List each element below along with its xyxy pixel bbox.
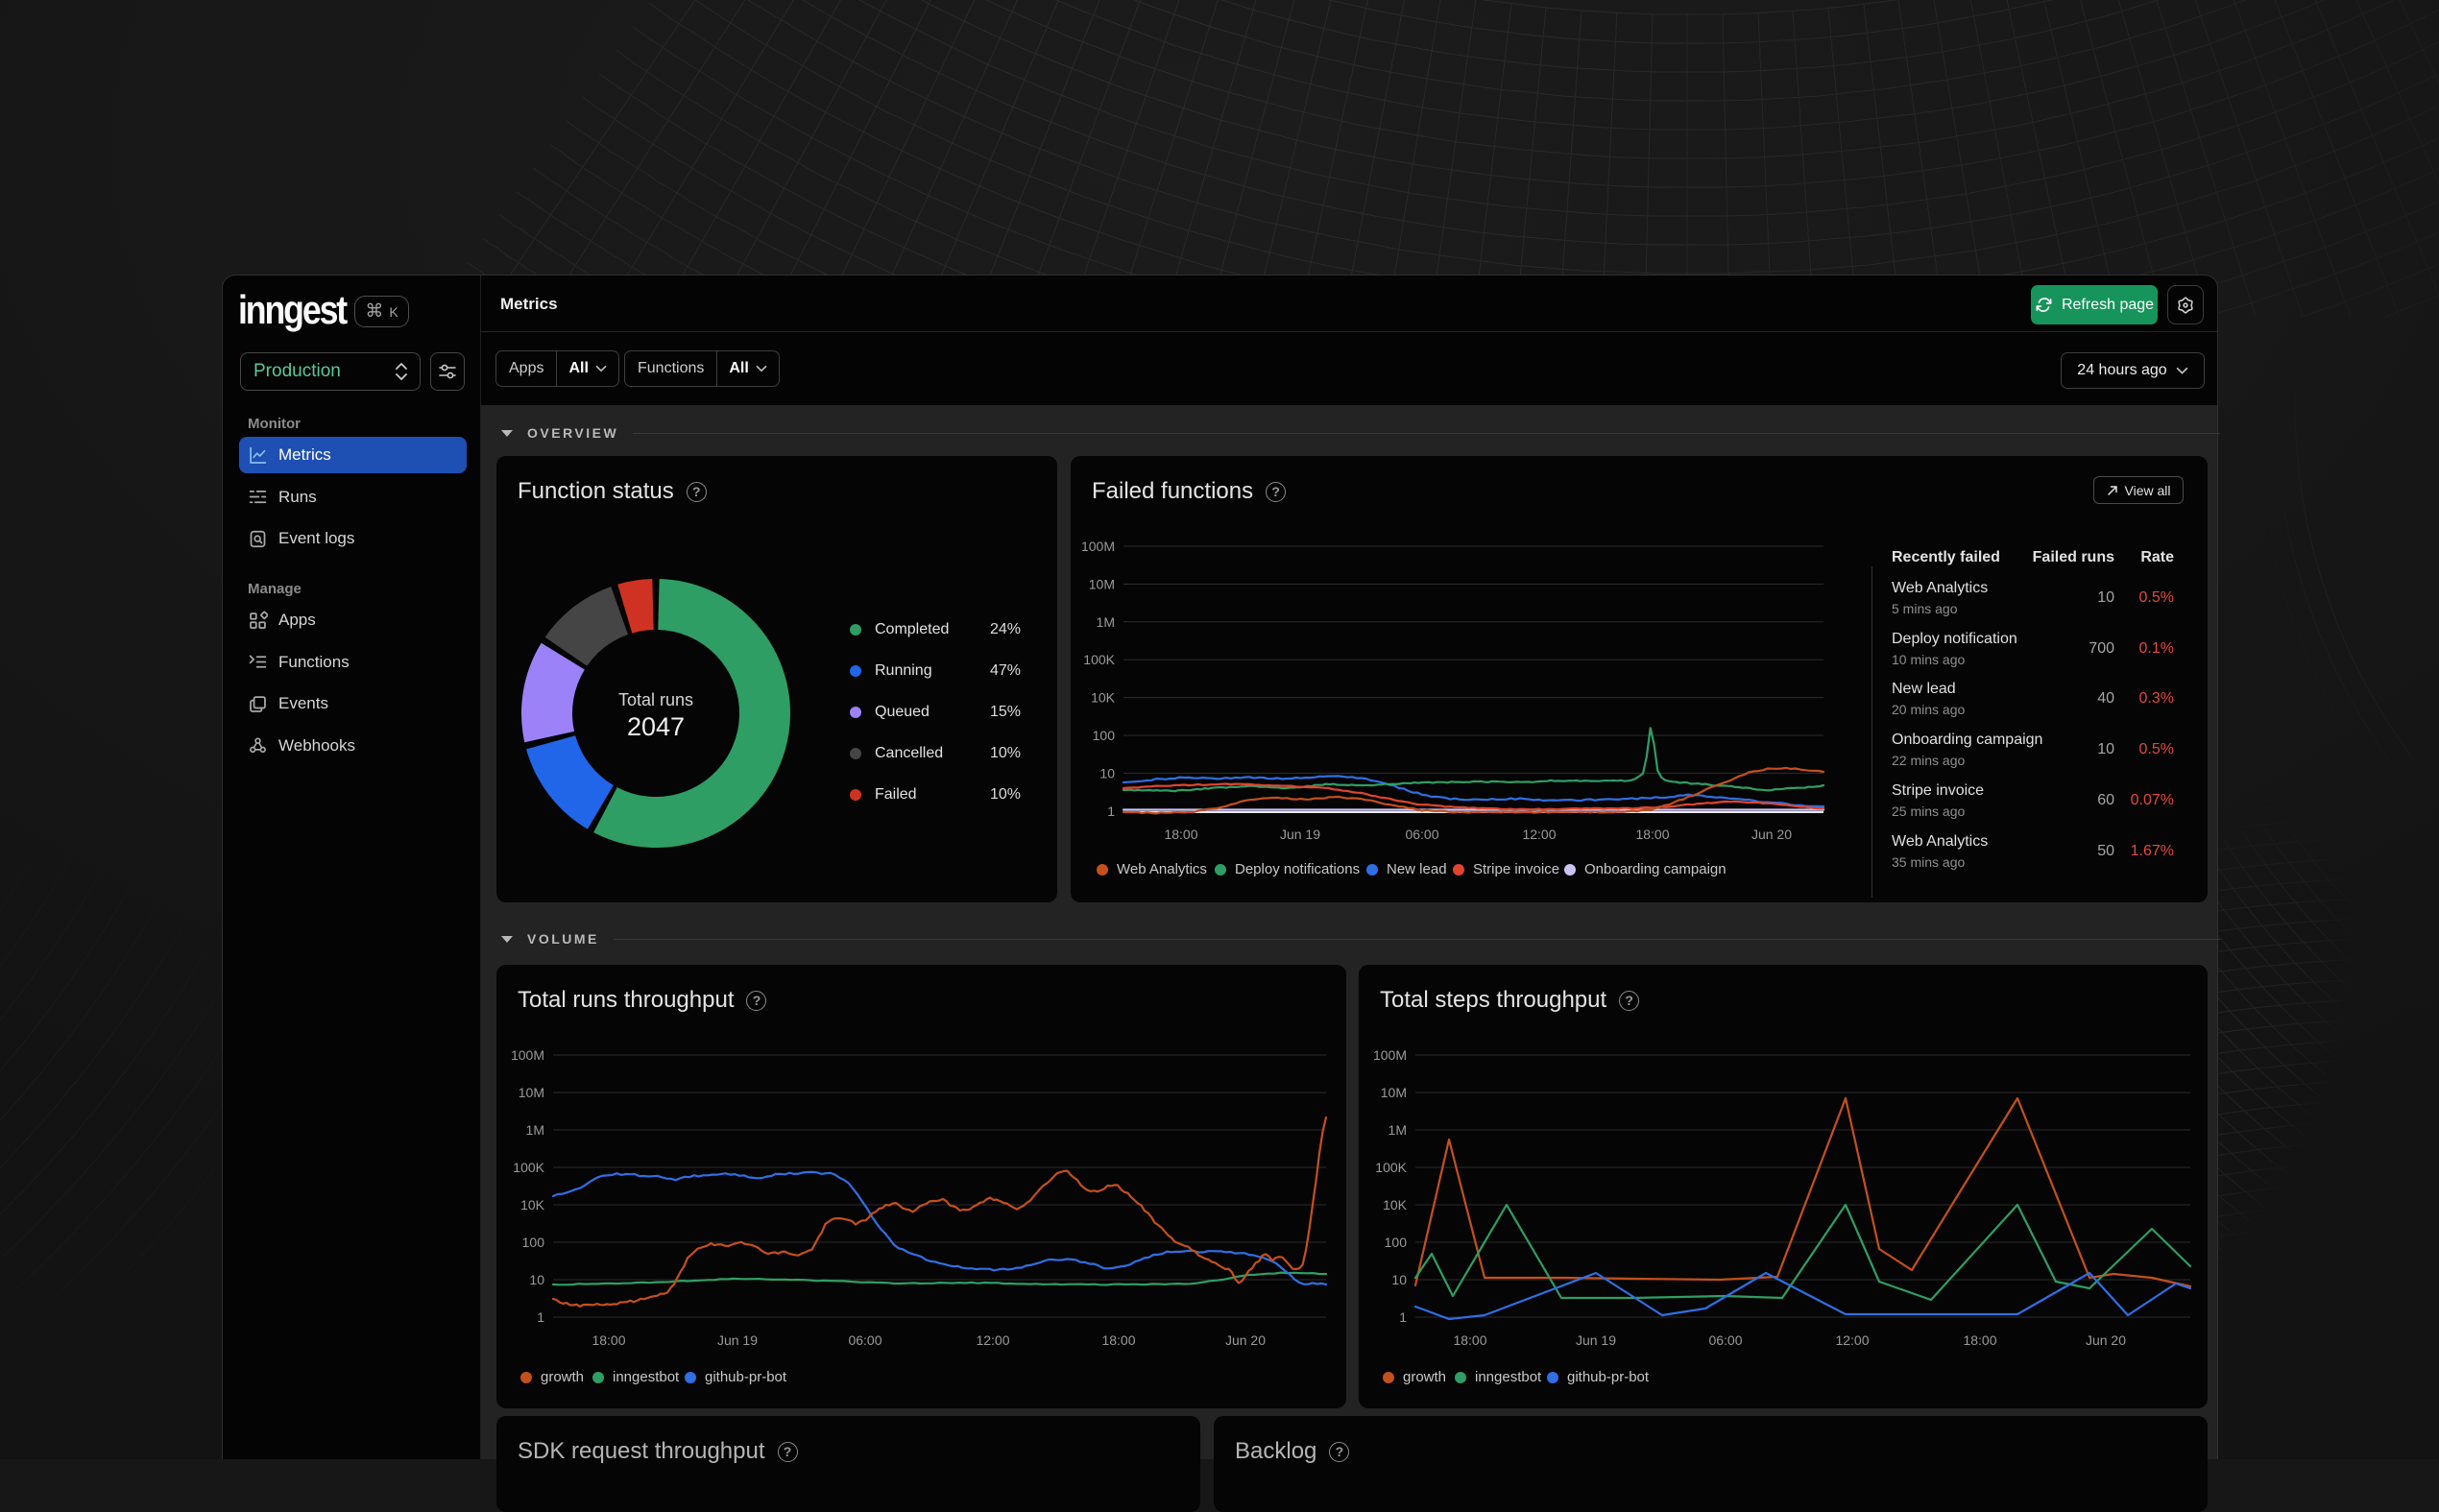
svg-text:06:00: 06:00: [848, 1332, 881, 1348]
svg-text:100K: 100K: [1375, 1160, 1407, 1175]
svg-text:Jun 19: Jun 19: [717, 1332, 758, 1348]
svg-text:12:00: 12:00: [1835, 1332, 1869, 1348]
svg-text:100: 100: [1385, 1235, 1408, 1250]
svg-text:10K: 10K: [520, 1197, 545, 1212]
svg-text:10: 10: [529, 1272, 544, 1287]
svg-text:Jun 19: Jun 19: [1576, 1332, 1616, 1348]
svg-text:18:00: 18:00: [1963, 1332, 1996, 1348]
svg-text:10: 10: [1099, 765, 1115, 780]
svg-text:100M: 100M: [511, 1047, 544, 1063]
svg-text:1: 1: [537, 1309, 544, 1325]
svg-text:10K: 10K: [1383, 1197, 1408, 1212]
svg-text:Jun 20: Jun 20: [1751, 827, 1792, 842]
svg-text:06:00: 06:00: [1405, 827, 1438, 842]
svg-text:10K: 10K: [1091, 690, 1116, 706]
svg-text:10M: 10M: [1381, 1085, 1407, 1100]
svg-text:18:00: 18:00: [1164, 827, 1197, 842]
svg-text:10M: 10M: [519, 1085, 544, 1100]
svg-text:18:00: 18:00: [592, 1332, 625, 1348]
svg-text:1M: 1M: [1097, 614, 1115, 630]
svg-text:100M: 100M: [1081, 539, 1115, 554]
svg-text:100: 100: [1093, 728, 1116, 743]
svg-text:Jun 19: Jun 19: [1280, 827, 1320, 842]
svg-text:18:00: 18:00: [1635, 827, 1669, 842]
svg-text:12:00: 12:00: [1522, 827, 1556, 842]
svg-text:1: 1: [1107, 804, 1115, 819]
svg-text:18:00: 18:00: [1453, 1332, 1486, 1348]
svg-text:12:00: 12:00: [976, 1332, 1009, 1348]
svg-text:100: 100: [522, 1235, 545, 1250]
svg-text:06:00: 06:00: [1708, 1332, 1742, 1348]
svg-text:100K: 100K: [513, 1160, 544, 1175]
svg-text:Jun 20: Jun 20: [1225, 1332, 1266, 1348]
svg-text:100K: 100K: [1083, 652, 1115, 667]
svg-text:1M: 1M: [1389, 1122, 1407, 1138]
svg-text:100M: 100M: [1373, 1047, 1407, 1063]
svg-text:10M: 10M: [1089, 576, 1115, 591]
svg-text:18:00: 18:00: [1101, 1332, 1135, 1348]
svg-text:10: 10: [1391, 1272, 1407, 1287]
svg-text:1: 1: [1399, 1309, 1407, 1325]
svg-text:Jun 20: Jun 20: [2086, 1332, 2126, 1348]
svg-text:1M: 1M: [526, 1122, 544, 1138]
